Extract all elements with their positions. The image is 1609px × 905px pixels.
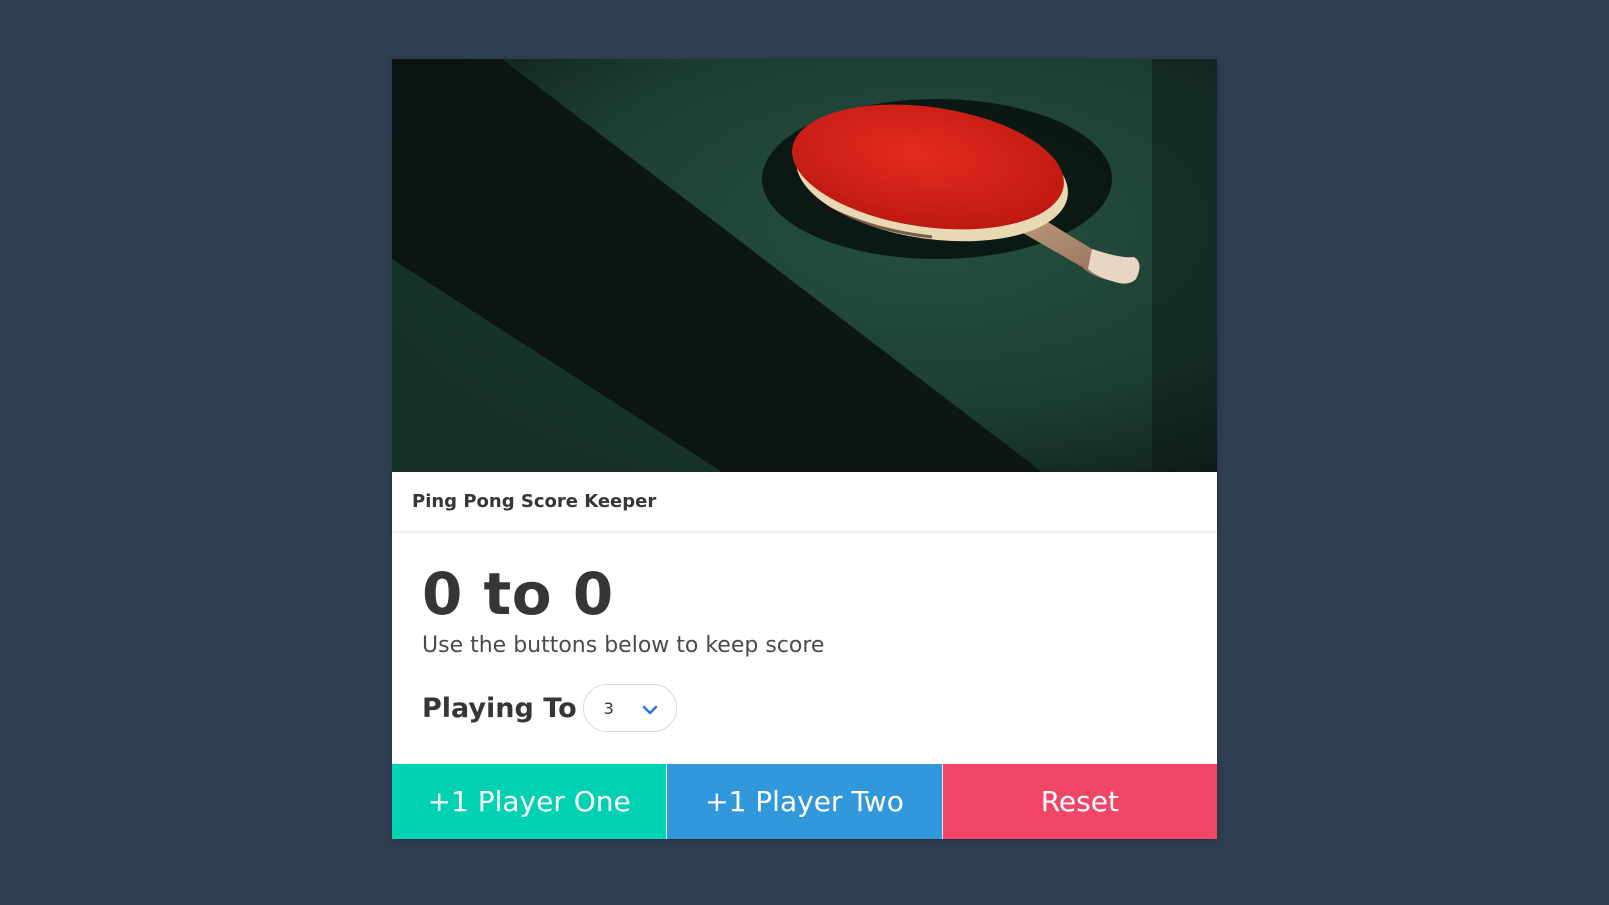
playing-to-select[interactable]: 3 bbox=[582, 684, 677, 732]
score-subtitle: Use the buttons below to keep score bbox=[422, 633, 825, 658]
ping-pong-paddle-image bbox=[392, 59, 1217, 472]
score-display: 0 to 0 bbox=[422, 560, 614, 628]
score-keeper-card: Ping Pong Score Keeper 0 to 0 Use the bu… bbox=[392, 59, 1217, 839]
reset-button[interactable]: Reset bbox=[942, 764, 1217, 839]
player-one-button[interactable]: +1 Player One bbox=[392, 764, 668, 839]
card-header: Ping Pong Score Keeper bbox=[392, 472, 1217, 531]
card-footer: +1 Player One +1 Player Two Reset bbox=[392, 764, 1217, 839]
playing-to-value: 3 bbox=[603, 698, 614, 718]
playing-to-row: Playing To 3 bbox=[422, 684, 1187, 732]
player-two-button[interactable]: +1 Player Two bbox=[667, 764, 943, 839]
chevron-down-icon bbox=[642, 701, 658, 720]
card-content: 0 to 0 Use the buttons below to keep sco… bbox=[392, 531, 1217, 764]
playing-to-label: Playing To bbox=[422, 692, 577, 724]
app-title: Ping Pong Score Keeper bbox=[412, 491, 657, 512]
